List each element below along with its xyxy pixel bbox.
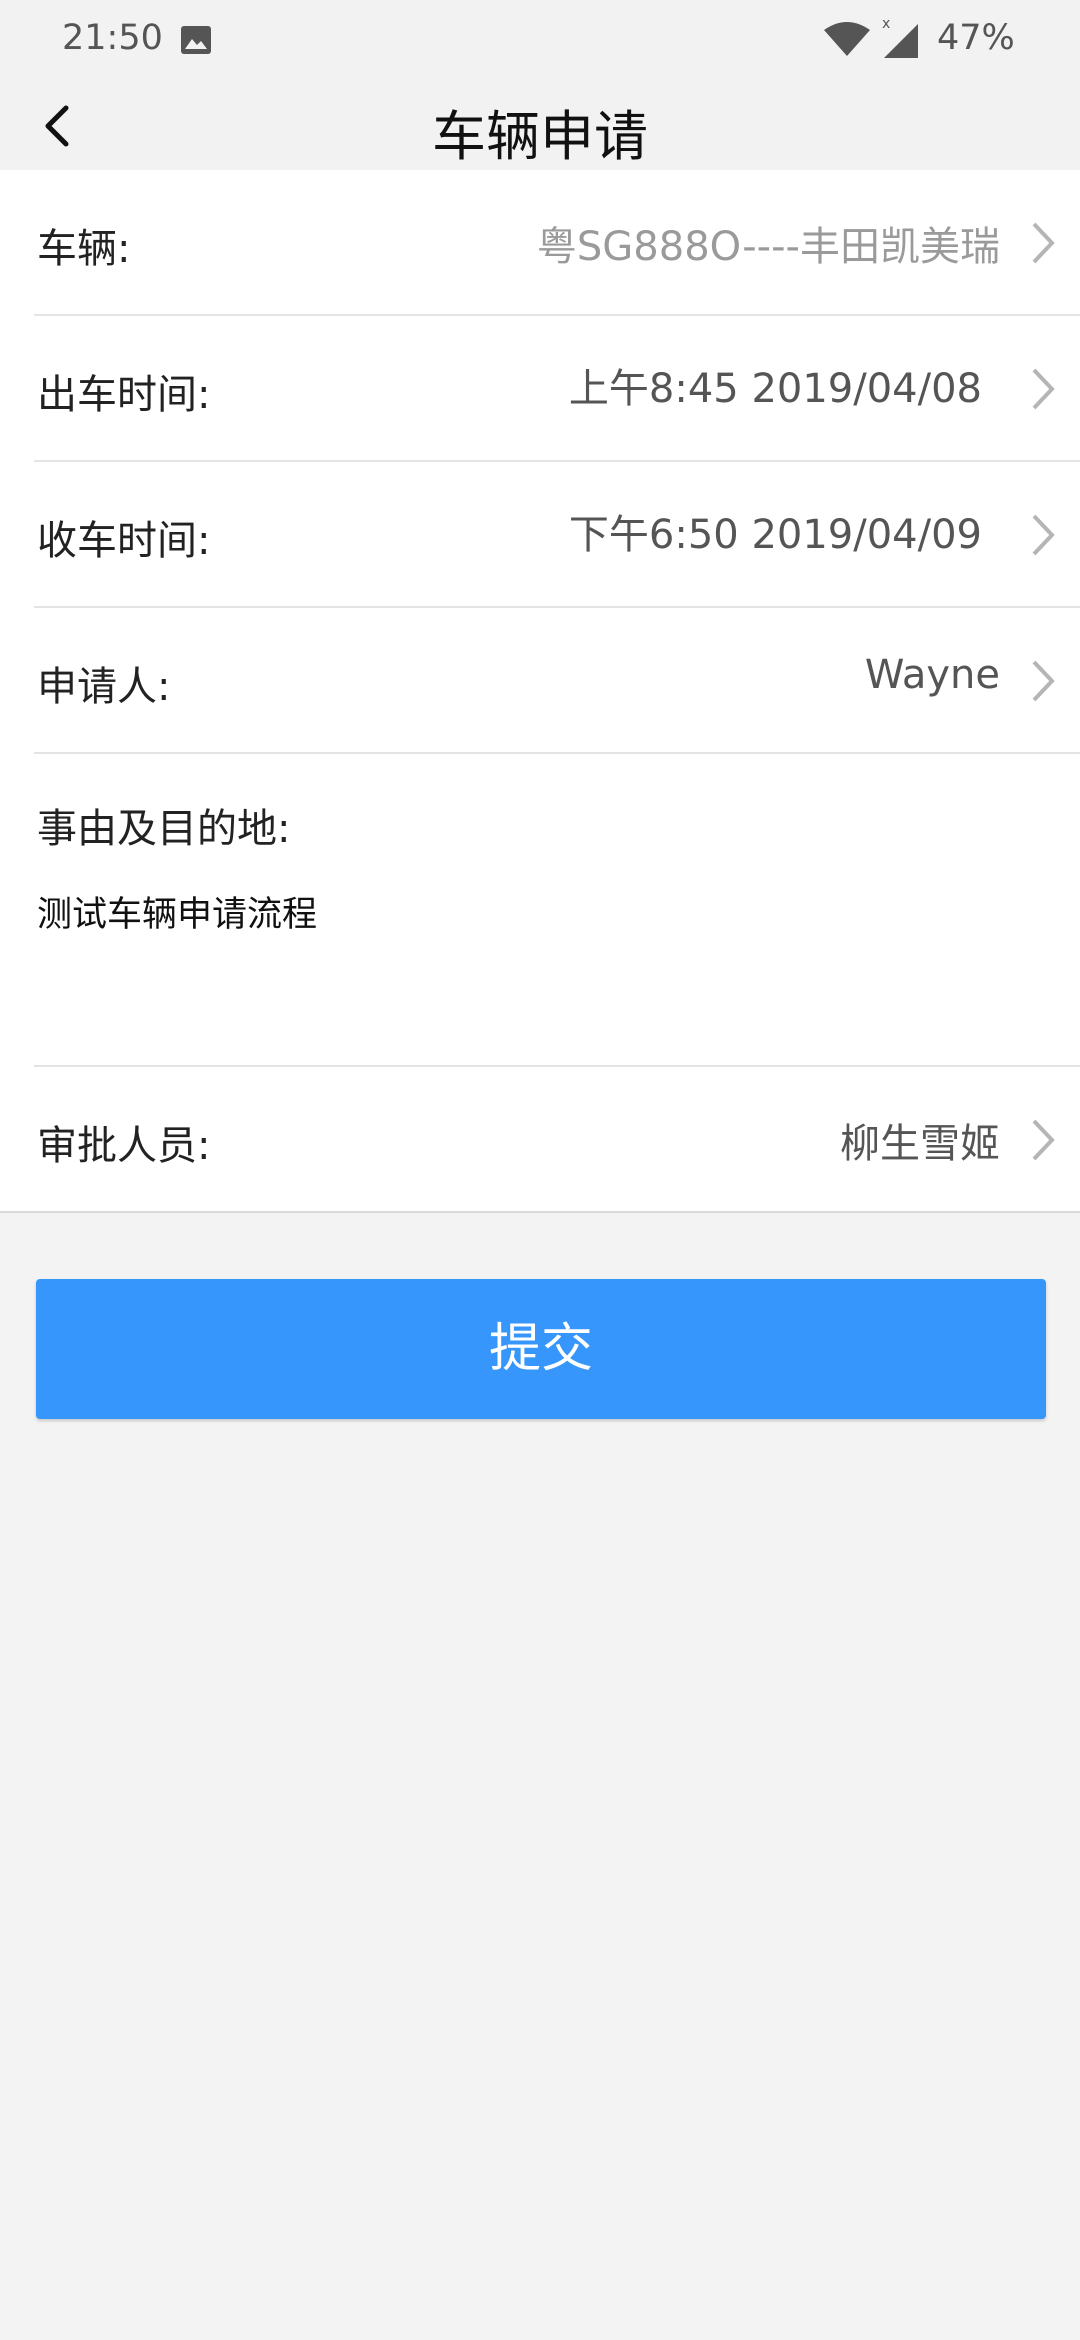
return-time-value: 下午6:50 2019/04/09 [568, 512, 982, 558]
depart-time-label: 出车时间: [37, 372, 211, 418]
signal-icon: x [880, 16, 920, 69]
vehicle-value: 粤SG888O----丰田凯美瑞 [536, 224, 1000, 270]
wifi-icon [822, 20, 872, 67]
submit-button[interactable]: 提交 [36, 1279, 1046, 1419]
chevron-right-icon [1026, 362, 1060, 416]
application-form: 车辆: 粤SG888O----丰田凯美瑞 出车时间: 上午8:45 2019/0… [0, 170, 1080, 1213]
applicant-value: Wayne [864, 652, 1000, 698]
image-icon [180, 24, 212, 64]
depart-time-value: 上午8:45 2019/04/08 [568, 366, 982, 412]
return-time-label: 收车时间: [37, 518, 211, 564]
depart-time-row[interactable]: 出车时间: 上午8:45 2019/04/08 [34, 316, 1080, 462]
approver-value: 柳生雪姬 [840, 1121, 1000, 1167]
chevron-right-icon [1026, 508, 1060, 562]
reason-row: 事由及目的地: 测试车辆申请流程 [34, 754, 1080, 1067]
chevron-right-icon [1026, 654, 1060, 708]
applicant-row[interactable]: 申请人: Wayne [34, 608, 1080, 754]
chevron-right-icon [1026, 216, 1060, 270]
app-header: 车辆申请 [0, 80, 1080, 170]
svg-text:x: x [882, 18, 890, 32]
reason-textarea[interactable]: 测试车辆申请流程 [37, 886, 317, 937]
approver-label: 审批人员: [37, 1123, 211, 1169]
vehicle-row[interactable]: 车辆: 粤SG888O----丰田凯美瑞 [34, 170, 1080, 316]
chevron-right-icon [1026, 1113, 1060, 1167]
return-time-row[interactable]: 收车时间: 下午6:50 2019/04/09 [34, 462, 1080, 608]
reason-label: 事由及目的地: [37, 806, 291, 852]
status-time: 21:50 [62, 18, 163, 58]
battery-percent: 47% [937, 18, 1015, 58]
applicant-label: 申请人: [37, 664, 171, 710]
vehicle-label: 车辆: [37, 226, 131, 272]
approver-row[interactable]: 审批人员: 柳生雪姬 [34, 1067, 1080, 1211]
page-title: 车辆申请 [432, 105, 648, 168]
status-bar: 21:50 x 47% [0, 0, 1080, 80]
